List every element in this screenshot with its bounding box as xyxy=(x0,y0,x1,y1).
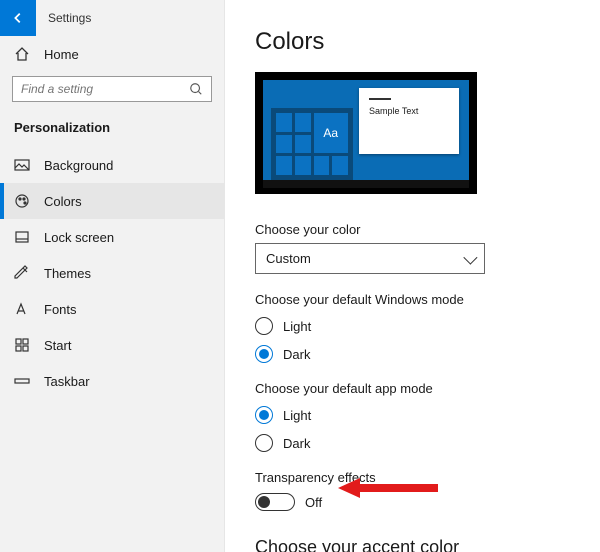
sidebar-item-lockscreen[interactable]: Lock screen xyxy=(0,219,224,255)
sidebar-item-label: Lock screen xyxy=(44,230,114,245)
fonts-icon xyxy=(14,301,30,317)
choose-color-value: Custom xyxy=(266,251,311,266)
accent-heading: Choose your accent color xyxy=(255,537,590,552)
radio-label: Dark xyxy=(283,347,310,362)
home-icon xyxy=(14,46,30,62)
radio-icon xyxy=(255,434,273,452)
app-mode-light[interactable]: Light xyxy=(255,406,590,424)
app-mode-dark[interactable]: Dark xyxy=(255,434,590,452)
sidebar-item-start[interactable]: Start xyxy=(0,327,224,363)
app-title: Settings xyxy=(48,11,91,25)
chevron-down-icon xyxy=(463,250,477,264)
preview-taskbar xyxy=(263,180,469,188)
sidebar-item-label: Themes xyxy=(44,266,91,281)
sidebar-item-taskbar[interactable]: Taskbar xyxy=(0,363,224,399)
lock-screen-icon xyxy=(14,229,30,245)
sidebar-item-colors[interactable]: Colors xyxy=(0,183,224,219)
arrow-left-icon xyxy=(11,11,25,25)
sidebar-item-label: Taskbar xyxy=(44,374,90,389)
sidebar-item-label: Colors xyxy=(44,194,82,209)
radio-label: Light xyxy=(283,408,311,423)
preview-start-menu: Aa xyxy=(271,108,353,180)
themes-icon xyxy=(14,265,30,281)
page-title: Colors xyxy=(255,28,590,56)
sidebar-item-fonts[interactable]: Fonts xyxy=(0,291,224,327)
sidebar-item-label: Background xyxy=(44,158,113,173)
radio-icon xyxy=(255,406,273,424)
picture-icon xyxy=(14,157,30,173)
sidebar-item-themes[interactable]: Themes xyxy=(0,255,224,291)
radio-icon xyxy=(255,345,273,363)
windows-mode-dark[interactable]: Dark xyxy=(255,345,590,363)
choose-color-label: Choose your color xyxy=(255,222,590,237)
preview-tile-aa: Aa xyxy=(314,113,349,153)
transparency-label: Transparency effects xyxy=(255,470,590,485)
toggle-knob xyxy=(258,496,270,508)
radio-icon xyxy=(255,317,273,335)
color-preview: Aa Sample Text xyxy=(255,72,477,194)
main-content: Colors Aa Sample Text Choose your color … xyxy=(225,0,600,552)
sidebar-item-label: Fonts xyxy=(44,302,77,317)
nav-home-label: Home xyxy=(44,47,79,62)
taskbar-icon xyxy=(14,373,30,389)
transparency-toggle[interactable] xyxy=(255,493,295,511)
search-input[interactable] xyxy=(21,82,189,96)
back-button[interactable] xyxy=(0,0,36,36)
windows-mode-light[interactable]: Light xyxy=(255,317,590,335)
preview-sample-text: Sample Text xyxy=(369,106,449,116)
sidebar-item-background[interactable]: Background xyxy=(0,147,224,183)
transparency-state: Off xyxy=(305,495,322,510)
choose-color-dropdown[interactable]: Custom xyxy=(255,243,485,274)
nav-home[interactable]: Home xyxy=(0,36,224,72)
titlebar: Settings xyxy=(0,0,224,36)
search-box[interactable] xyxy=(12,76,212,102)
preview-window: Sample Text xyxy=(359,88,459,154)
start-icon xyxy=(14,337,30,353)
app-mode-label: Choose your default app mode xyxy=(255,381,590,396)
sidebar-item-label: Start xyxy=(44,338,71,353)
radio-label: Light xyxy=(283,319,311,334)
search-icon xyxy=(189,82,203,96)
sidebar: Settings Home Personalization Background… xyxy=(0,0,225,552)
section-label: Personalization xyxy=(0,116,224,147)
windows-mode-label: Choose your default Windows mode xyxy=(255,292,590,307)
radio-label: Dark xyxy=(283,436,310,451)
palette-icon xyxy=(14,193,30,209)
